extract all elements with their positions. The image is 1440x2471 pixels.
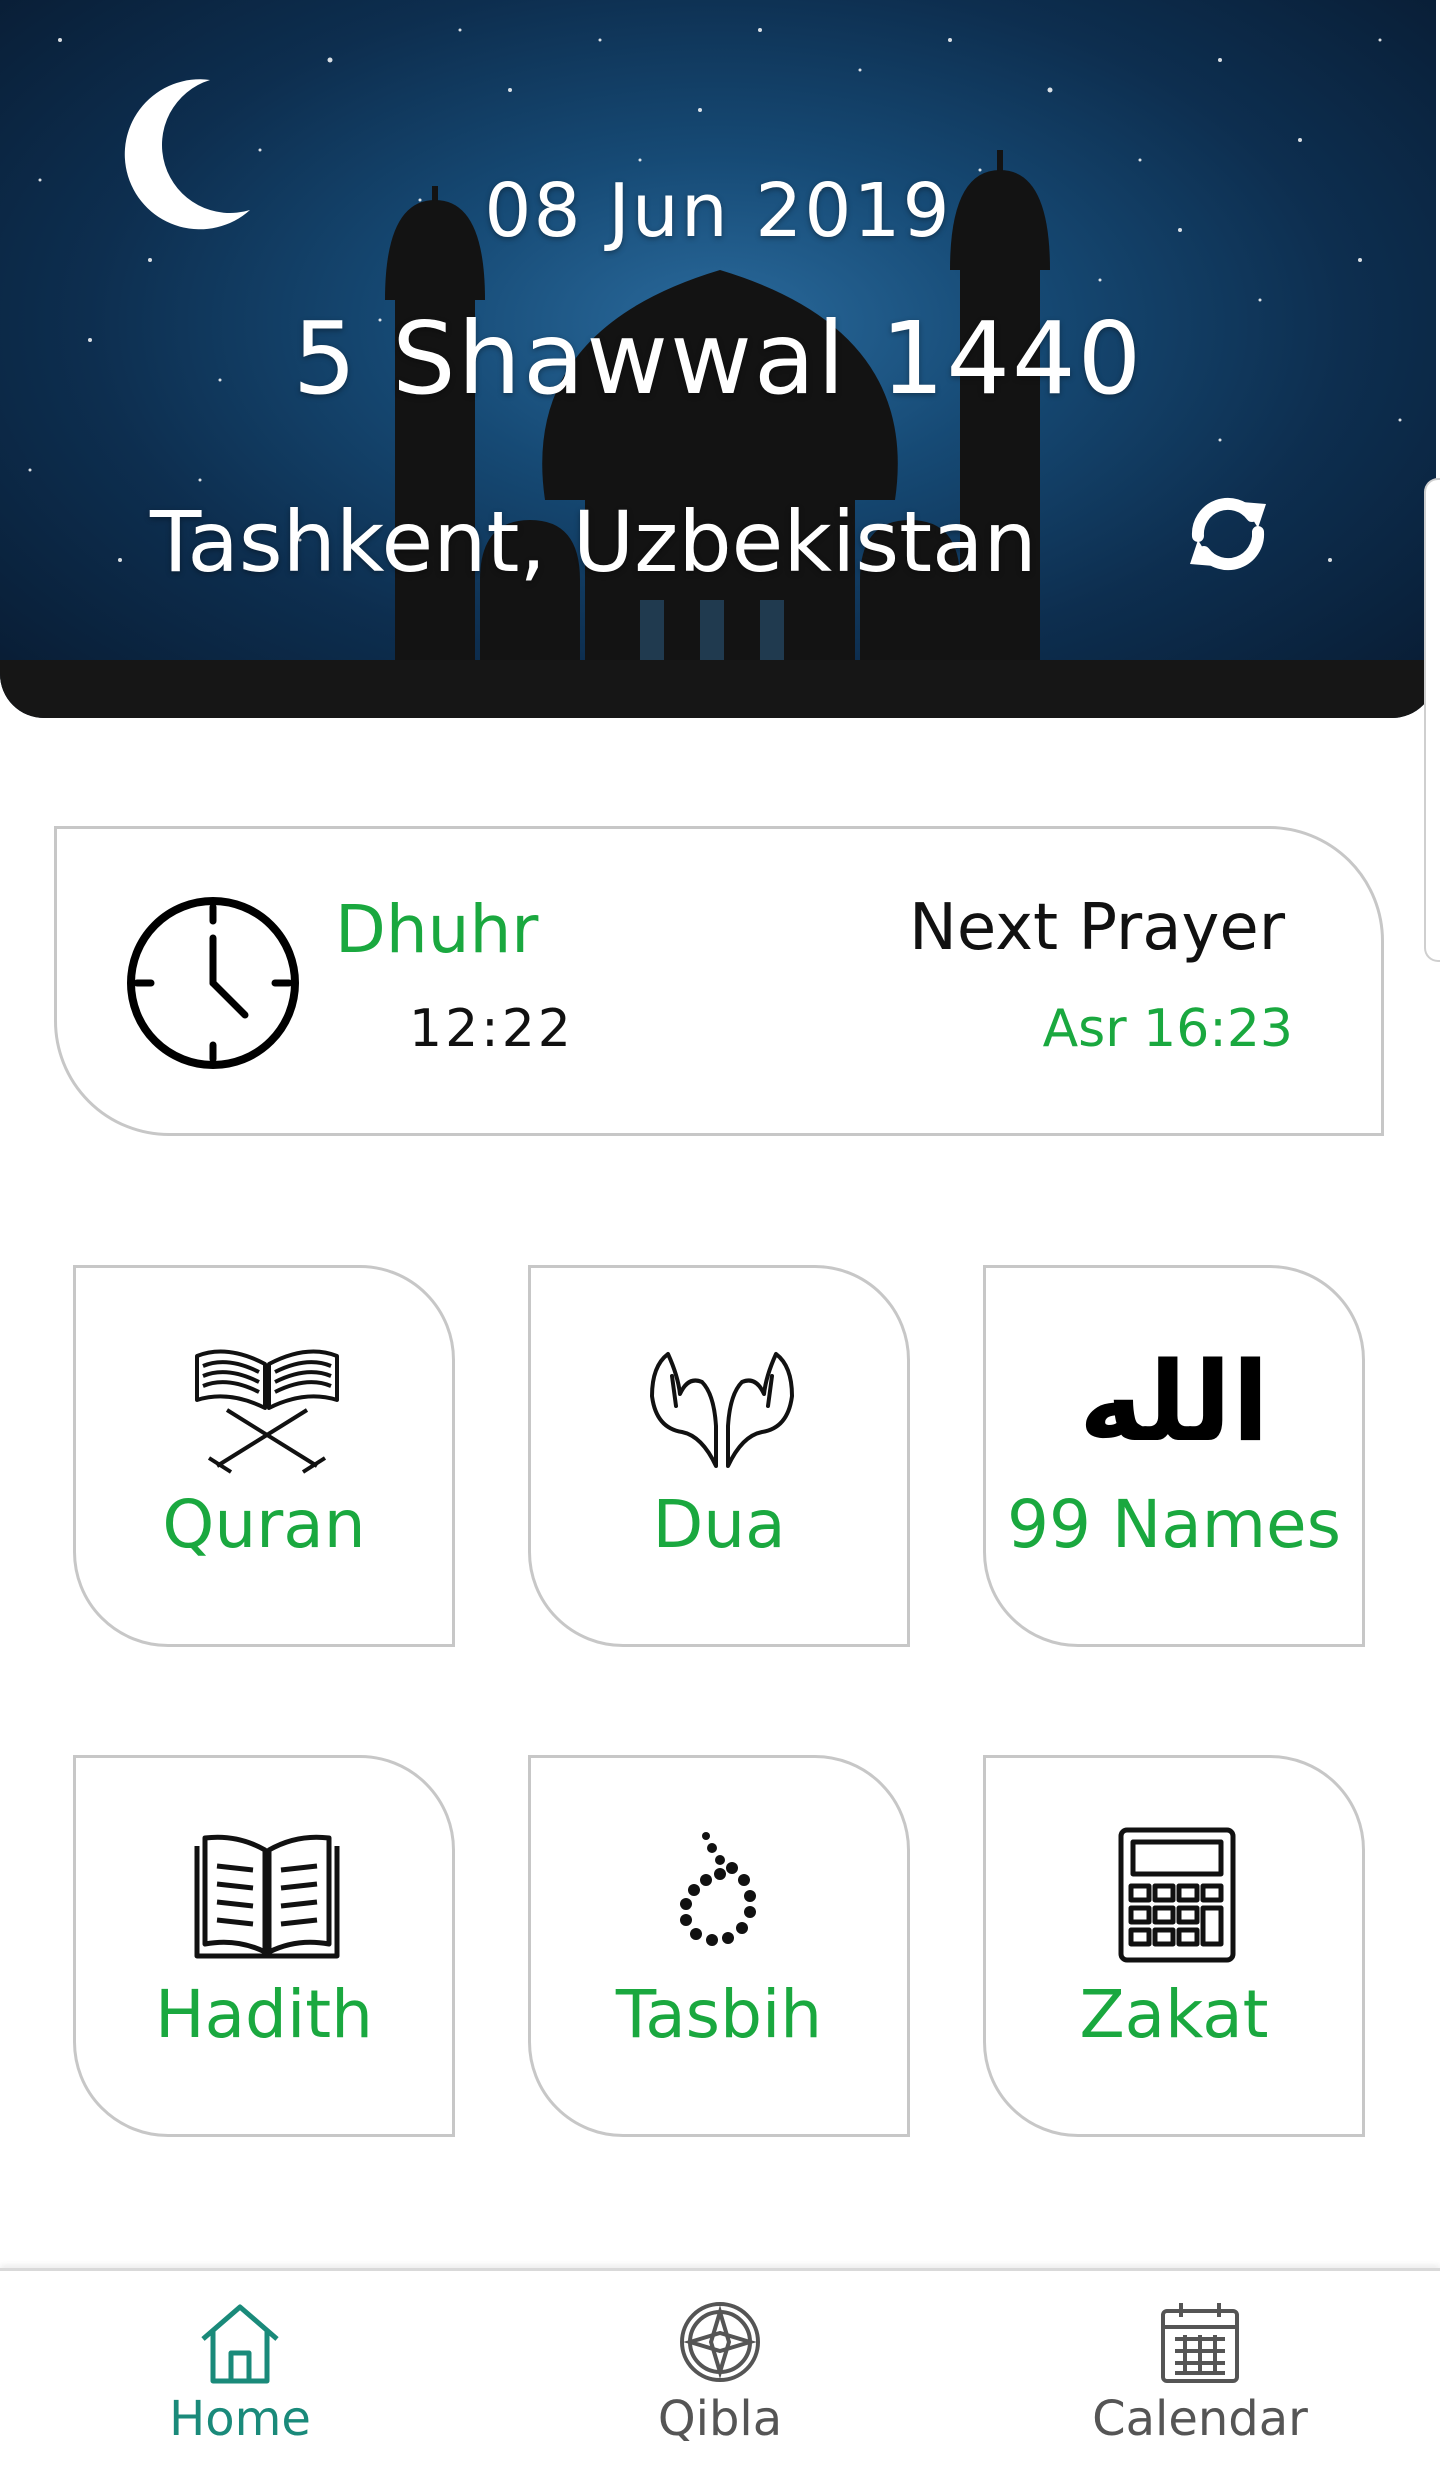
tile-dua[interactable]: Dua	[528, 1265, 910, 1647]
calendar-icon	[1161, 2303, 1239, 2383]
allah-calligraphy-icon: الله	[1078, 1338, 1270, 1466]
prayer-times-card[interactable]: Dhuhr 12:22 Next Prayer Asr 16:23	[54, 826, 1384, 1136]
hijri-date: 5 Shawwal 1440	[292, 300, 1144, 417]
tile-label: Tasbih	[615, 1976, 823, 2053]
prayer-beads-icon	[680, 1832, 756, 1946]
nav-label: Calendar	[1092, 2391, 1308, 2447]
open-book-icon	[194, 1834, 340, 1959]
gregorian-date: 08 Jun 2019	[484, 168, 952, 254]
tile-label: 99 Names	[1006, 1486, 1342, 1563]
tile-label: Zakat	[1079, 1976, 1269, 2053]
next-prayer-label: Next Prayer	[909, 891, 1285, 965]
tile-99-names[interactable]: الله 99 Names	[983, 1265, 1365, 1647]
header-banner: 08 Jun 2019 5 Shawwal 1440 Tashkent, Uzb…	[0, 0, 1436, 718]
tile-label: Dua	[652, 1486, 786, 1563]
nav-home[interactable]: Home	[90, 2271, 390, 2471]
clock-icon	[127, 897, 299, 1069]
quran-icon	[195, 1349, 339, 1474]
tile-quran[interactable]: Quran	[73, 1265, 455, 1647]
current-prayer-time: 12:22	[409, 999, 574, 1059]
tile-hadith[interactable]: Hadith	[73, 1755, 455, 2137]
tile-tasbih[interactable]: Tasbih	[528, 1755, 910, 2137]
bottom-navigation: Home Qibla Calendar	[0, 2268, 1440, 2471]
nav-label: Home	[169, 2391, 311, 2447]
nav-qibla[interactable]: Qibla	[570, 2271, 870, 2471]
nav-label: Qibla	[657, 2391, 783, 2447]
ground-silhouette	[0, 660, 1436, 718]
tile-zakat[interactable]: Zakat	[983, 1755, 1365, 2137]
current-prayer-name: Dhuhr	[335, 891, 539, 968]
calculator-icon	[1118, 1827, 1236, 1963]
refresh-icon[interactable]	[1178, 484, 1278, 584]
praying-hands-icon	[650, 1352, 794, 1468]
home-icon	[201, 2304, 279, 2384]
compass-icon	[680, 2302, 760, 2382]
nav-calendar[interactable]: Calendar	[1050, 2271, 1350, 2471]
next-prayer-value: Asr 16:23	[1042, 999, 1293, 1059]
location-label: Tashkent, Uzbekistan	[150, 493, 1037, 591]
tile-label: Hadith	[154, 1976, 373, 2053]
scroll-edge	[1424, 478, 1440, 962]
tile-label: Quran	[162, 1486, 366, 1563]
